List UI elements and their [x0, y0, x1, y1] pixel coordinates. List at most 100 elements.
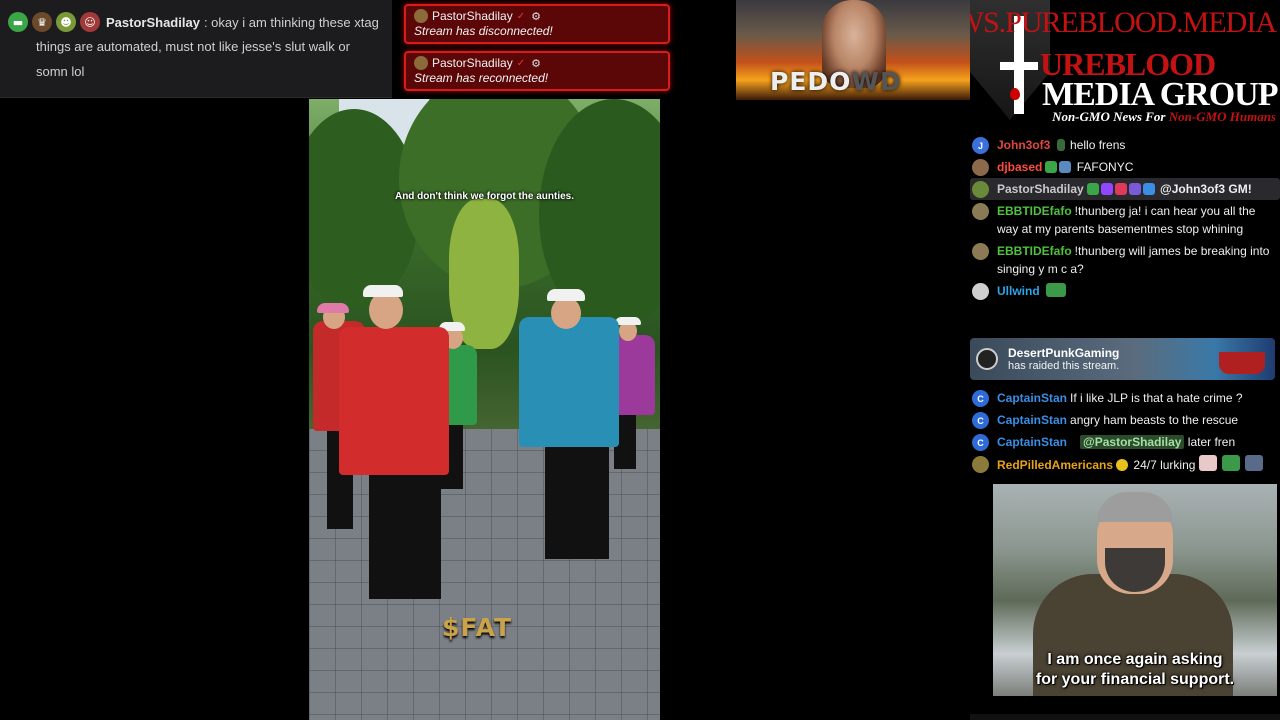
logo-tagline-b: Non-GMO Humans — [1168, 109, 1276, 124]
overlay-chat-message: ▬ ♛ ☻ ☺ PastorShadilay : okay i am think… — [0, 0, 392, 98]
video2-subtitle-line2: for your financial support. — [1035, 671, 1235, 688]
cross-bar — [1000, 62, 1038, 70]
raid-text: has raided this stream. — [1008, 360, 1120, 372]
dancer-legs — [369, 459, 441, 599]
alert-text: Stream has reconnected! — [414, 71, 549, 85]
user-avatar-icon — [414, 9, 428, 23]
video2-subtitle: I am once again asking for your financia… — [993, 650, 1277, 690]
raid-username[interactable]: DesertPunkGaming — [1008, 346, 1119, 360]
badge-icon — [1142, 183, 1155, 195]
green-shield-icon: ▬ — [8, 12, 28, 32]
user-avatar: C — [972, 390, 989, 407]
dancer-cap — [363, 285, 403, 297]
chat-footer — [970, 714, 1280, 720]
chat-username[interactable]: John3of3 — [997, 138, 1050, 152]
badge-icon — [1045, 161, 1058, 173]
raid-notification: DesertPunkGaming has raided this stream. — [970, 338, 1275, 380]
user-avatar — [972, 243, 989, 260]
chat-username[interactable]: CaptainStan — [997, 391, 1067, 405]
emoji-icon — [1116, 459, 1129, 471]
overlay-chat-text-1: : okay i am thinking these xtag — [203, 14, 379, 30]
chat-username[interactable]: CaptainStan — [997, 413, 1067, 427]
user-avatar — [972, 203, 989, 220]
chat-message: Ullwind — [970, 280, 1280, 302]
meme-video[interactable]: I am once again asking for your financia… — [993, 484, 1277, 696]
dancer-cap — [615, 317, 641, 325]
santa-hat-icon: ☺ — [80, 12, 100, 32]
chat-username[interactable]: Ullwind — [997, 284, 1040, 298]
emote-icon — [1198, 455, 1217, 471]
chat-username[interactable]: EBBTIDEfafo — [997, 204, 1072, 218]
pepe-emote-icon — [1046, 283, 1067, 297]
chat-text: hello frens — [1070, 138, 1126, 152]
banner-word: PEDOWD — [770, 67, 902, 96]
banner-word-b: W — [851, 67, 880, 96]
user-avatar: C — [972, 434, 989, 451]
badge-icon — [1114, 183, 1127, 195]
user-avatar — [972, 283, 989, 300]
banner-image: PEDOWD — [736, 0, 970, 100]
chat-username[interactable]: RedPilledAmericans — [997, 458, 1113, 472]
alert-username: PastorShadilay — [432, 9, 513, 23]
user-avatar-icon — [414, 56, 428, 70]
video2-hair — [1097, 492, 1173, 522]
badge-icon — [1059, 161, 1072, 173]
dancer — [519, 317, 619, 447]
chat-username[interactable]: EBBTIDEfafo — [997, 244, 1072, 258]
chat-text: @John3of3 GM! — [1160, 182, 1252, 196]
chat-message: EBBTIDEfafo !thunberg ja! i can hear you … — [970, 200, 1280, 240]
chat-message: C CaptainStan If i like JLP is that a hat… — [970, 387, 1280, 409]
main-video[interactable]: And don't think we forgot the aunties. $… — [309, 99, 660, 720]
chat-text: angry ham beasts to the rescue — [1070, 413, 1239, 427]
chat-text: 24/7 lurking — [1133, 458, 1196, 472]
chat-text: FAFONYC — [1076, 160, 1134, 174]
verified-check-icon: ✓ — [516, 10, 526, 22]
stream-alert-disconnected: PastorShadilay ✓ ⚙ Stream has disconnect… — [404, 4, 670, 44]
chat-mention[interactable]: @PastorShadilay — [1080, 435, 1185, 449]
badge-icon — [1128, 183, 1141, 195]
logo-url: NEWS.PUREBLOOD.MEDIA — [970, 6, 1277, 39]
chat-username[interactable]: PastorShadilay — [997, 182, 1084, 196]
video-ticker-text: $FAT — [442, 613, 513, 642]
chat-message: J John3of3 hello frens — [970, 134, 1280, 156]
user-avatar: J — [972, 137, 989, 154]
alert-text: Stream has disconnected! — [414, 24, 553, 38]
chat-message: djbased FAFONYC — [970, 156, 1280, 178]
crown-icon: ♛ — [32, 12, 52, 32]
overlay-chat-text-2: things are automated, must not like jess… — [36, 39, 350, 54]
user-avatar: C — [972, 412, 989, 429]
pirate-ship-icon — [1219, 352, 1265, 374]
emote-icon — [1245, 455, 1264, 471]
logo-tagline: Non-GMO News For Non-GMO Humans — [1052, 109, 1276, 125]
chat-username[interactable]: djbased — [997, 160, 1042, 174]
user-avatar — [972, 181, 989, 198]
dancer-legs — [545, 429, 609, 559]
logo-tagline-a: Non-GMO News For — [1052, 109, 1169, 124]
verified-check-icon: ✓ — [516, 57, 526, 69]
dancer-head — [551, 297, 581, 329]
raider-avatar — [976, 348, 998, 370]
chat-message: RedPilledAmericans 24/7 lurking — [970, 453, 1280, 476]
dancer-cap — [317, 303, 349, 313]
overlay-chat-text-3: somn lol — [36, 64, 85, 79]
video-caption: And don't think we forgot the aunties. — [394, 191, 575, 202]
gear-icon[interactable]: ⚙ — [531, 57, 541, 70]
gear-icon[interactable]: ⚙ — [531, 10, 541, 23]
overlay-chat-header: ▬ ♛ ☻ ☺ PastorShadilay : okay i am think… — [8, 10, 382, 34]
user-avatar — [972, 456, 989, 473]
blood-drop-icon — [1010, 88, 1020, 100]
overlay-chat-username: PastorShadilay — [106, 14, 200, 30]
dancer-cap — [547, 289, 585, 301]
chat-message-highlighted: PastorShadilay @John3of3 GM! — [970, 178, 1280, 200]
video2-subtitle-line1: I am once again asking — [1047, 651, 1223, 668]
pepe-emote-icon — [1222, 455, 1241, 471]
chat-panel-lower: C CaptainStan If i like JLP is that a hat… — [970, 387, 1280, 476]
badge-icon — [1086, 183, 1099, 195]
banner-word-a: PEDO — [770, 67, 852, 96]
user-avatar — [972, 159, 989, 176]
pureblood-logo: NEWS.PUREBLOOD.MEDIA UREBLOOD MEDIA GROU… — [970, 0, 1280, 128]
banner-word-c: D — [879, 67, 902, 96]
chat-text: If i like JLP is that a hate crime ? — [1070, 391, 1243, 405]
chat-username[interactable]: CaptainStan — [997, 435, 1067, 449]
dancer — [339, 327, 449, 475]
